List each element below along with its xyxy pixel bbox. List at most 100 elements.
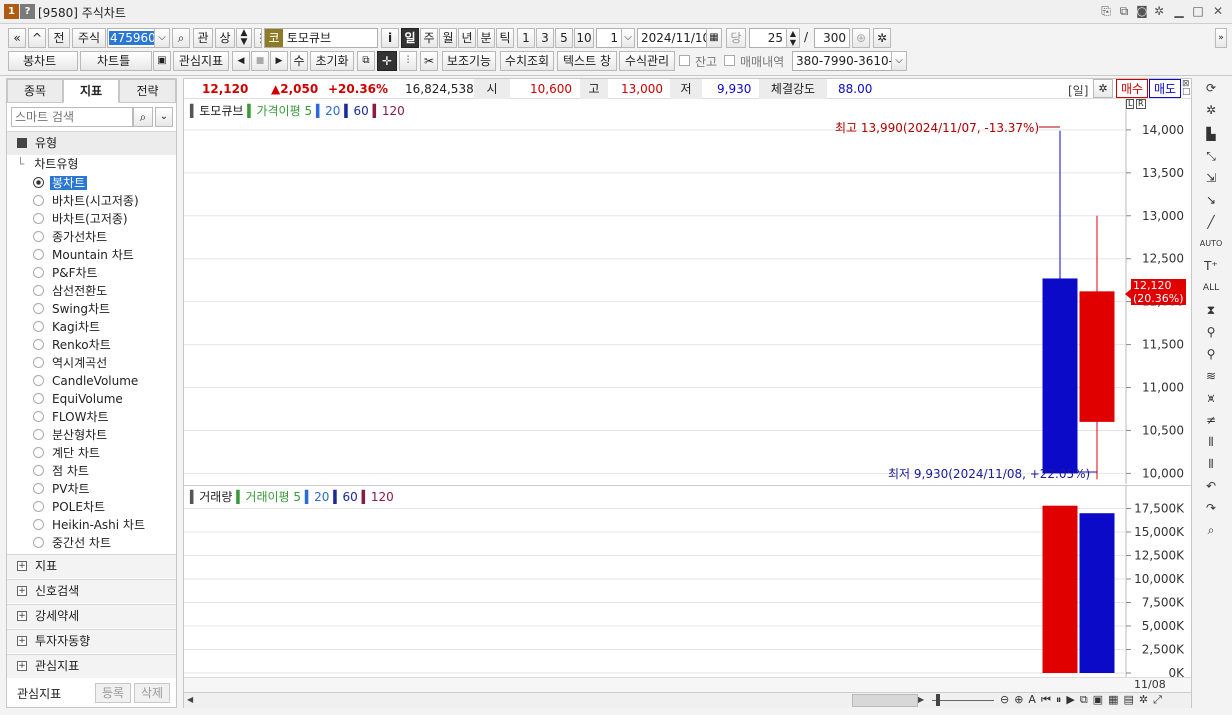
redo-icon[interactable]: ↷: [1197, 498, 1225, 518]
reset-button[interactable]: 초기화: [310, 51, 354, 71]
bottom-tools[interactable]: ⊖⊕A⏮⏸▶⧉▣▦▤✲⤢: [1000, 693, 1167, 707]
radio-icon[interactable]: [33, 267, 44, 278]
buy-button[interactable]: 매수: [1116, 79, 1148, 98]
chart-type-item[interactable]: 점 차트: [33, 463, 91, 480]
save-icon[interactable]: ▣: [153, 51, 171, 71]
chart-type-item[interactable]: 분산형차트: [33, 427, 109, 444]
calendar-icon[interactable]: ▦: [706, 28, 722, 48]
count-stepper[interactable]: ▲ ▼: [786, 28, 800, 48]
interval-dropdown-icon[interactable]: ⌵: [621, 28, 635, 48]
interval-10-button[interactable]: 10: [574, 28, 594, 48]
help-badge[interactable]: ?: [20, 4, 35, 19]
channel-icon[interactable]: ≠: [1197, 410, 1225, 430]
up-button[interactable]: ^: [28, 28, 46, 48]
candle-icon[interactable]: ⫶: [399, 51, 417, 71]
scissors-icon[interactable]: ✂: [420, 51, 438, 71]
bar-chart-icon[interactable]: ▙: [1197, 124, 1225, 144]
chart-settings-gear-icon[interactable]: ✲: [873, 28, 891, 48]
zoom-tool-icon[interactable]: ⚲: [1197, 322, 1225, 342]
account-dropdown-icon[interactable]: ⌵: [891, 51, 907, 71]
text-window-button[interactable]: 텍스트 창: [557, 51, 617, 71]
chart-type-item[interactable]: Renko차트: [33, 337, 113, 354]
previous-stock-button[interactable]: 전: [48, 28, 70, 48]
stock-name-field[interactable]: 코 토모큐브: [264, 28, 378, 48]
pattern-icon[interactable]: ⩙: [1197, 388, 1225, 408]
radio-icon[interactable]: [33, 537, 44, 548]
chart-type-select[interactable]: 봉차트: [8, 51, 78, 71]
interval-input[interactable]: 1: [596, 28, 622, 48]
scroll-right-arrow-icon[interactable]: ▶: [918, 695, 924, 704]
interval-1-button[interactable]: 1: [517, 28, 535, 48]
watch-indicator-button[interactable]: 관심지표: [173, 51, 229, 71]
crosshair-icon[interactable]: ✛: [377, 51, 397, 71]
camera-icon[interactable]: ◙: [1134, 4, 1150, 18]
sang-button[interactable]: 상: [215, 28, 235, 48]
chart-type-item[interactable]: 계단 차트: [33, 445, 102, 462]
new-window-icon[interactable]: ⎘: [1098, 4, 1114, 19]
period-week-button[interactable]: 주: [420, 28, 438, 48]
section-type-header[interactable]: 유형: [7, 131, 176, 155]
display-count-input[interactable]: 25: [749, 28, 787, 48]
su-button[interactable]: 수: [290, 51, 308, 71]
aux-function-button[interactable]: 보조기능: [442, 51, 496, 71]
total-count-input[interactable]: 300: [814, 28, 850, 48]
settings-icon[interactable]: ✲: [1197, 100, 1225, 120]
axis-tag-left[interactable]: L: [1126, 99, 1135, 109]
section-header[interactable]: + 지표: [7, 554, 176, 578]
chart-type-item[interactable]: Swing차트: [33, 301, 112, 318]
radio-icon[interactable]: [33, 177, 44, 188]
chart-type-item[interactable]: 중간선 차트: [33, 535, 113, 552]
radio-icon[interactable]: [33, 249, 44, 260]
trendline-icon[interactable]: ⤡: [1197, 146, 1225, 166]
radio-icon[interactable]: [33, 339, 44, 350]
expand-icon[interactable]: +: [17, 561, 27, 571]
text-tool-icon[interactable]: T⁺: [1197, 256, 1225, 276]
smart-search-input[interactable]: [11, 107, 133, 127]
radio-icon[interactable]: [33, 375, 44, 386]
chart-type-item[interactable]: Mountain 차트: [33, 247, 136, 264]
market-select[interactable]: 주식: [72, 28, 106, 48]
formula-manage-button[interactable]: 수식관리: [619, 51, 675, 71]
line-tool-icon[interactable]: ╱: [1197, 212, 1225, 232]
zoom-area-icon[interactable]: ⚲: [1197, 344, 1225, 364]
radio-icon[interactable]: [33, 501, 44, 512]
subsection-chart-type[interactable]: └ 차트유형: [17, 156, 78, 173]
scroll-left-arrow-icon[interactable]: ◀: [187, 695, 193, 704]
radio-icon[interactable]: [33, 321, 44, 332]
period-month-button[interactable]: 월: [439, 28, 457, 48]
window-icon[interactable]: ⧉: [357, 51, 375, 71]
scroll-right-icon[interactable]: ▶: [270, 51, 288, 71]
chart-type-item[interactable]: Heikin-Ashi 차트: [33, 517, 147, 534]
radio-icon[interactable]: [33, 195, 44, 206]
interval-5-button[interactable]: 5: [555, 28, 573, 48]
period-day-button[interactable]: 일: [401, 28, 419, 48]
info-button[interactable]: i: [381, 28, 399, 48]
zoom-in-icon[interactable]: ⊕: [852, 28, 870, 48]
chart-type-item[interactable]: POLE차트: [33, 499, 107, 516]
radio-icon[interactable]: [33, 411, 44, 422]
sell-button[interactable]: 매도: [1149, 79, 1181, 98]
chart-type-item[interactable]: 바차트(시고저종): [33, 193, 141, 210]
code-dropdown-icon[interactable]: ⌵: [154, 28, 170, 48]
restore-icon[interactable]: ⧉: [1116, 4, 1132, 19]
minimize-icon[interactable]: ▁: [1171, 4, 1187, 18]
first-button[interactable]: «: [8, 28, 26, 48]
all-tool-icon[interactable]: ALL: [1197, 278, 1225, 298]
undo-icon[interactable]: ↶: [1197, 476, 1225, 496]
radio-icon[interactable]: [33, 213, 44, 224]
chart-type-item[interactable]: 봉차트: [33, 175, 88, 192]
date-input[interactable]: 2024/11/10: [637, 28, 707, 48]
period-tick-button[interactable]: 틱: [496, 28, 514, 48]
grid-lines-icon[interactable]: ⦀: [1197, 454, 1225, 474]
auto-trend-icon[interactable]: AUTO: [1197, 234, 1225, 254]
section-header[interactable]: + 강세약세: [7, 604, 176, 628]
radio-icon[interactable]: [33, 231, 44, 242]
account-select[interactable]: 380-7990-3610-1: [792, 51, 892, 71]
maximize-icon[interactable]: □: [1190, 4, 1206, 18]
chart-type-item[interactable]: PV차트: [33, 481, 92, 498]
toolbar-expand-icon[interactable]: »: [1215, 28, 1227, 48]
expand-icon[interactable]: +: [17, 611, 27, 621]
chart-type-item[interactable]: EquiVolume: [33, 391, 125, 408]
radio-icon[interactable]: [33, 429, 44, 440]
radio-icon[interactable]: [33, 483, 44, 494]
